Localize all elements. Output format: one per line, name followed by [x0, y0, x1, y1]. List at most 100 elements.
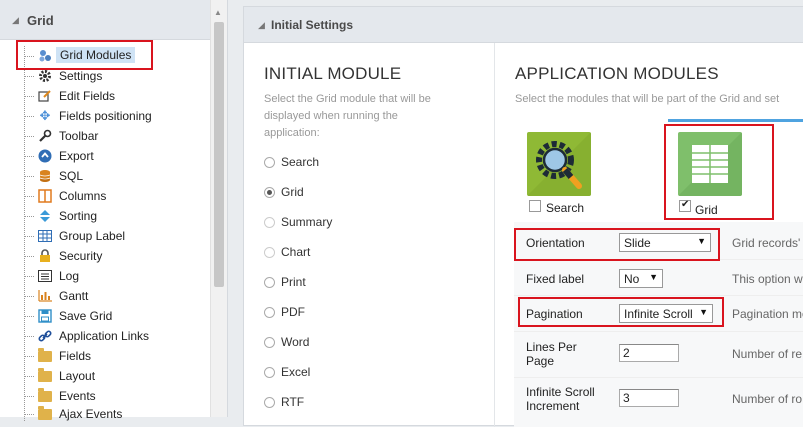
radio-button[interactable] [264, 217, 275, 228]
folder-icon [37, 405, 53, 422]
sidebar-scrollbar[interactable]: ▲ [210, 0, 227, 417]
sidebar-item-sql[interactable]: SQL [24, 166, 209, 186]
sidebar-item-fields-positioning[interactable]: ✥ Fields positioning [24, 106, 209, 126]
radio-print[interactable]: Print [264, 274, 464, 294]
columns-icon [37, 188, 53, 204]
radio-word[interactable]: Word [264, 334, 464, 354]
infinite-scroll-increment-description: Number of ro [732, 392, 803, 406]
orientation-description: Grid records' [732, 236, 801, 250]
sidebar-item-save-grid[interactable]: Save Grid [24, 306, 209, 326]
sidebar-item-label: Events [59, 389, 96, 403]
sidebar-item-security[interactable]: Security [24, 246, 209, 266]
radio-search[interactable]: Search [264, 154, 464, 174]
radio-summary[interactable]: Summary [264, 214, 464, 234]
radio-button[interactable] [264, 187, 275, 198]
gear-icon [37, 68, 53, 84]
sidebar-item-fields[interactable]: Fields [24, 346, 209, 366]
sidebar-item-export[interactable]: Export [24, 146, 209, 166]
radio-label: RTF [281, 395, 305, 409]
collapse-triangle-icon[interactable]: ◢ [12, 15, 19, 26]
sidebar-item-toolbar[interactable]: Toolbar [24, 126, 209, 146]
radio-button[interactable] [264, 157, 275, 168]
radio-label: Search [281, 155, 320, 169]
magnifier-gear-icon [527, 132, 591, 196]
sidebar-item-layout[interactable]: Layout [24, 366, 209, 386]
radio-rtf[interactable]: RTF [264, 394, 464, 414]
sidebar-item-columns[interactable]: Columns [24, 186, 209, 206]
infinite-scroll-increment-input[interactable]: 3 [619, 389, 679, 407]
radio-button[interactable] [264, 367, 275, 378]
highlight-box-grid-modules [16, 40, 153, 70]
initial-module-description: Select the Grid module that will be disp… [264, 93, 431, 139]
sidebar-item-label: Fields [59, 349, 92, 363]
search-module-checkbox[interactable] [529, 200, 541, 212]
sidebar-item-label: Save Grid [59, 309, 113, 323]
radio-label: Word [281, 335, 310, 349]
sidebar-title: Grid [27, 13, 54, 28]
radio-grid[interactable]: Grid [264, 184, 464, 204]
highlight-box-pagination [518, 297, 724, 327]
application-modules-title: APPLICATION MODULES [515, 64, 719, 83]
sidebar-item-label: Toolbar [59, 129, 99, 143]
collapse-triangle-icon[interactable]: ◢ [258, 20, 265, 31]
link-icon [37, 328, 53, 344]
radio-button[interactable] [264, 277, 275, 288]
dropdown-arrow-icon: ▼ [649, 272, 658, 282]
sidebar-item-label: Edit Fields [59, 89, 116, 103]
wrench-icon [37, 128, 53, 144]
initial-settings-panel: ◢ Initial Settings INITIAL MODULE Select… [243, 6, 803, 427]
highlight-box-orientation [514, 228, 720, 261]
folder-icon [37, 387, 53, 404]
search-module-label: Search [546, 201, 585, 215]
sidebar-item-events[interactable]: Events [24, 386, 209, 406]
fixed-label-description: This option w [732, 272, 803, 286]
sidebar-item-label: Gantt [59, 289, 89, 303]
log-icon [37, 268, 53, 284]
fixed-label-select[interactable]: No ▼ [619, 269, 663, 288]
sidebar-item-label: SQL [59, 169, 84, 183]
sidebar-item-label: Export [59, 149, 94, 163]
gantt-icon [37, 288, 53, 304]
table-icon [37, 228, 53, 244]
sidebar-header[interactable]: ◢ Grid [0, 0, 210, 40]
sidebar-item-ajax-events[interactable]: Ajax Events [24, 404, 209, 424]
radio-button[interactable] [264, 307, 275, 318]
radio-button[interactable] [264, 397, 275, 408]
sidebar-item-group-label[interactable]: Group Label [24, 226, 209, 246]
search-module-card[interactable] [527, 132, 591, 196]
scrollbar-thumb[interactable] [214, 22, 224, 287]
radio-label: Print [281, 275, 306, 289]
sidebar-item-log[interactable]: Log [24, 266, 209, 286]
sort-icon [37, 208, 53, 224]
radio-label: PDF [281, 305, 305, 319]
sidebar-item-label: Sorting [59, 209, 98, 223]
folder-icon [37, 367, 53, 384]
folder-icon [37, 347, 53, 364]
sidebar-item-label: Security [59, 249, 103, 263]
sidebar-item-label: Layout [59, 369, 96, 383]
sidebar-item-gantt[interactable]: Gantt [24, 286, 209, 306]
application-modules-description: Select the modules that will be part of … [515, 93, 780, 105]
radio-excel[interactable]: Excel [264, 364, 464, 384]
radio-button[interactable] [264, 337, 275, 348]
move-icon: ✥ [39, 108, 51, 123]
panel-title: Initial Settings [271, 18, 354, 32]
sidebar-item-sorting[interactable]: Sorting [24, 206, 209, 226]
sidebar-item-label: Settings [59, 69, 103, 83]
infinite-scroll-increment-label: Infinite Scroll Increment [526, 385, 595, 413]
database-icon [37, 168, 53, 184]
radio-chart[interactable]: Chart [264, 244, 464, 264]
save-icon [37, 308, 53, 324]
sidebar-item-edit-fields[interactable]: Edit Fields [24, 86, 209, 106]
scroll-up-arrow-icon[interactable]: ▲ [214, 8, 222, 17]
radio-button[interactable] [264, 247, 275, 258]
column-divider [494, 43, 495, 427]
radio-label: Chart [281, 245, 311, 259]
panel-header[interactable]: ◢ Initial Settings [244, 7, 803, 43]
fixed-label-label: Fixed label [526, 272, 585, 286]
initial-module-title: INITIAL MODULE [264, 64, 402, 83]
sidebar-item-application-links[interactable]: Application Links [24, 326, 209, 346]
radio-pdf[interactable]: PDF [264, 304, 464, 324]
sidebar-item-label: Fields positioning [59, 109, 152, 123]
lines-per-page-input[interactable]: 2 [619, 344, 679, 362]
